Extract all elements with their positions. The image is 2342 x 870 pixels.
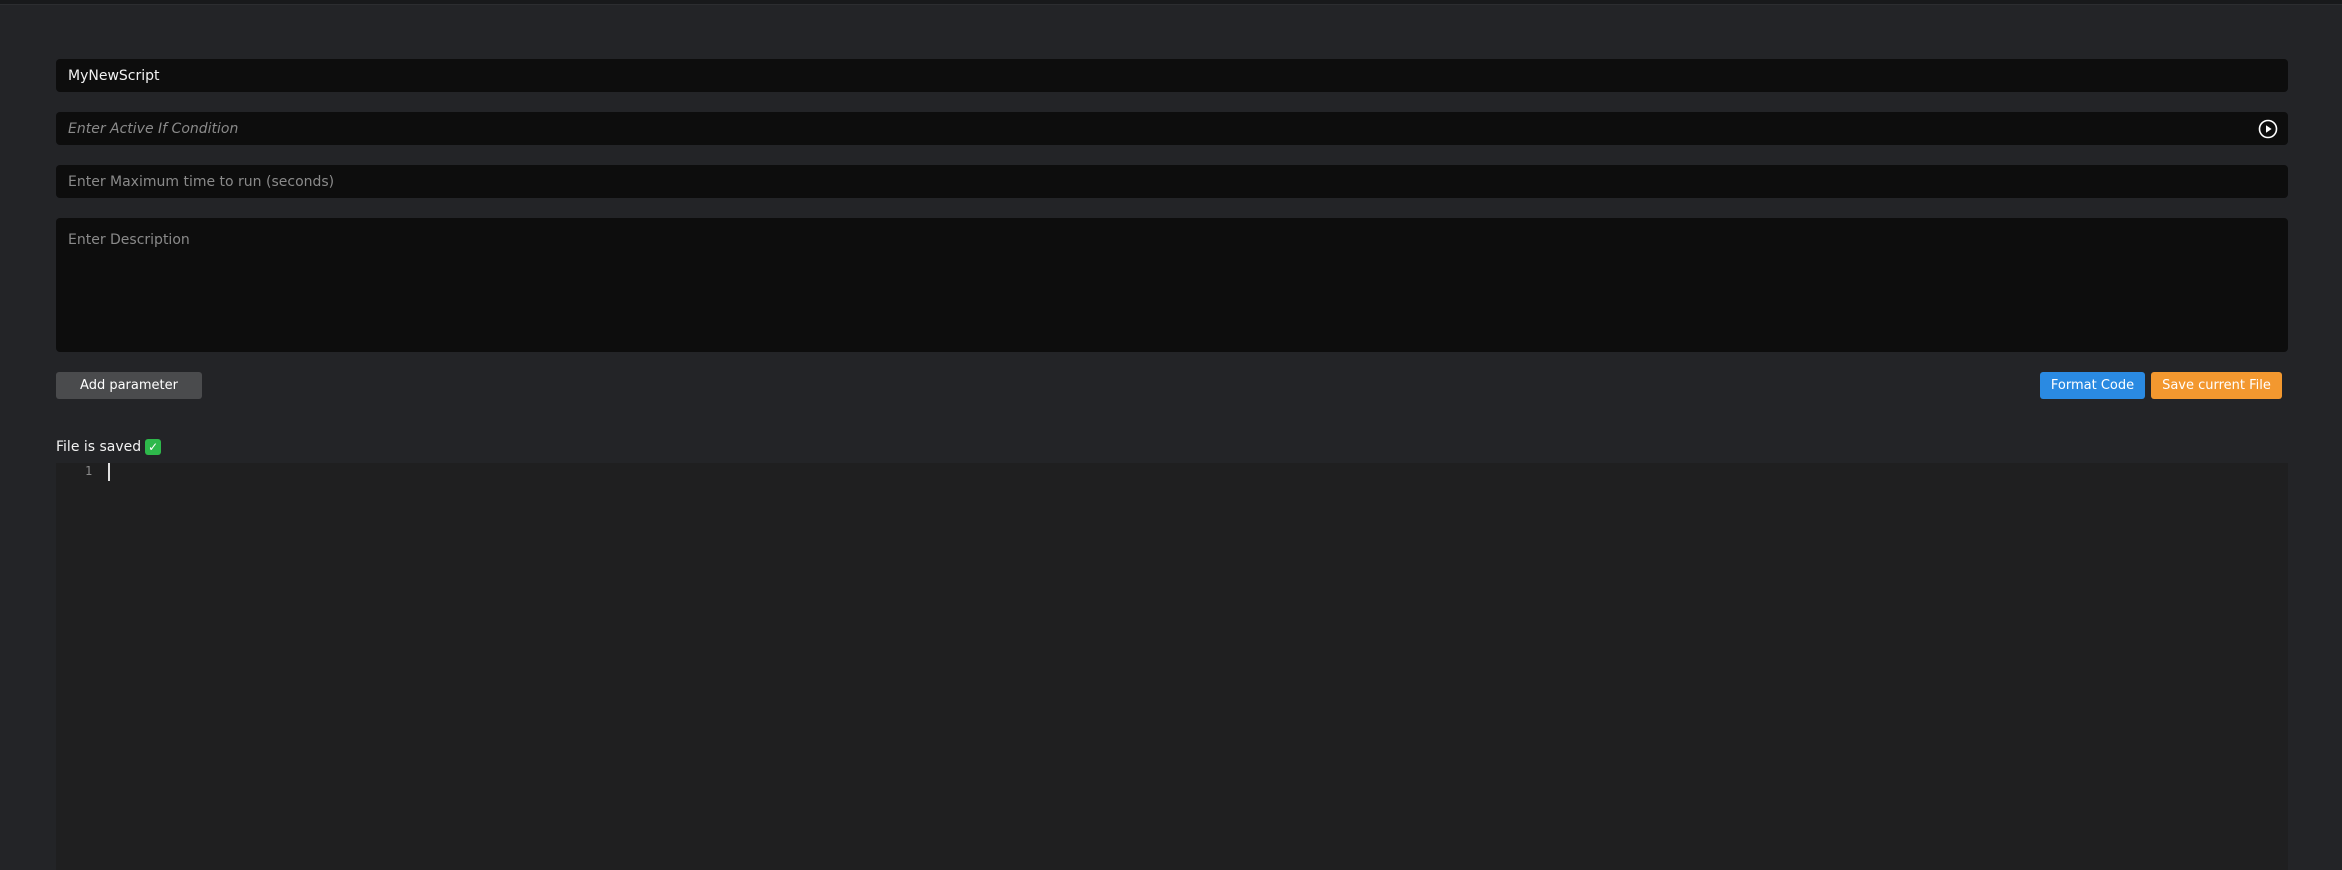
script-name-value: MyNewScript [68, 67, 160, 84]
format-code-button[interactable]: Format Code [2040, 372, 2145, 399]
top-bar [0, 0, 2342, 5]
check-mark-icon: ✓ [145, 439, 162, 455]
description-field[interactable]: Enter Description [56, 218, 2288, 352]
description-placeholder: Enter Description [68, 232, 190, 248]
script-name-field[interactable]: MyNewScript [56, 59, 2288, 92]
add-parameter-button[interactable]: Add parameter [56, 372, 202, 399]
max-time-field[interactable]: Enter Maximum time to run (seconds) [56, 165, 2288, 198]
max-time-placeholder: Enter Maximum time to run (seconds) [68, 173, 335, 190]
active-if-condition-field[interactable]: Enter Active If Condition [56, 112, 2288, 145]
active-if-placeholder: Enter Active If Condition [68, 120, 239, 137]
save-status: File is saved ✓ [56, 439, 162, 455]
line-number: 1 [85, 464, 93, 478]
code-editor[interactable]: 1 [56, 463, 2288, 870]
save-current-file-button[interactable]: Save current File [2151, 372, 2282, 399]
save-status-text: File is saved [56, 439, 142, 455]
play-circle-icon[interactable] [2258, 119, 2278, 139]
editor-gutter: 1 [56, 463, 102, 870]
text-cursor [108, 463, 110, 481]
